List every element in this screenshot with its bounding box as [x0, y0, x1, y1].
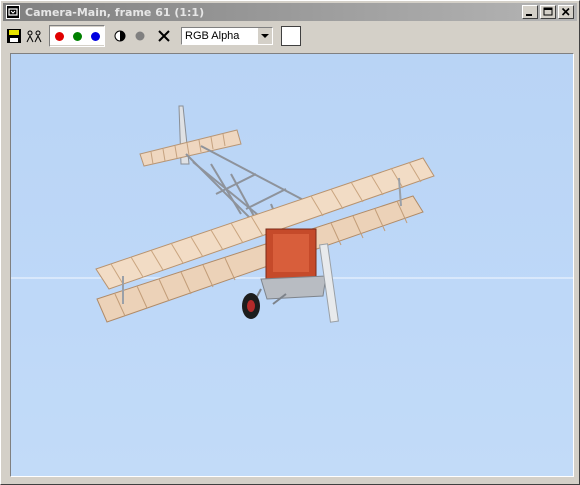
close-icon[interactable]	[558, 5, 574, 19]
toolbar: RGB Alpha	[3, 23, 577, 49]
clone-window-icon[interactable]	[25, 27, 43, 45]
biplane-render	[11, 105, 573, 323]
title-bar[interactable]: Camera-Main, frame 61 (1:1)	[3, 3, 577, 21]
color-swatch[interactable]	[281, 26, 301, 46]
alpha-circle-icon[interactable]	[131, 27, 149, 45]
maximize-icon[interactable]	[540, 5, 556, 19]
window-controls	[522, 5, 574, 19]
floppy-disk-icon[interactable]	[5, 27, 23, 45]
green-dot-icon	[72, 31, 82, 41]
green-channel-button[interactable]	[68, 27, 86, 45]
monochrome-icon[interactable]	[111, 27, 129, 45]
red-dot-icon	[54, 31, 64, 41]
display-channel-value: RGB Alpha	[185, 30, 240, 42]
window-title: Camera-Main, frame 61 (1:1)	[25, 5, 205, 19]
display-channel-select[interactable]: RGB Alpha	[181, 27, 273, 45]
clear-x-icon[interactable]	[155, 27, 173, 45]
frame-window: Camera-Main, frame 61 (1:1) RGB Alpha	[0, 0, 580, 485]
minimize-icon[interactable]	[522, 5, 538, 19]
channel-toggles	[49, 25, 105, 47]
blue-channel-button[interactable]	[86, 27, 104, 45]
max-icon[interactable]	[6, 5, 20, 19]
chevron-down-icon[interactable]	[257, 28, 272, 44]
render-viewport[interactable]	[10, 53, 574, 477]
red-channel-button[interactable]	[50, 27, 68, 45]
blue-dot-icon	[90, 31, 100, 41]
